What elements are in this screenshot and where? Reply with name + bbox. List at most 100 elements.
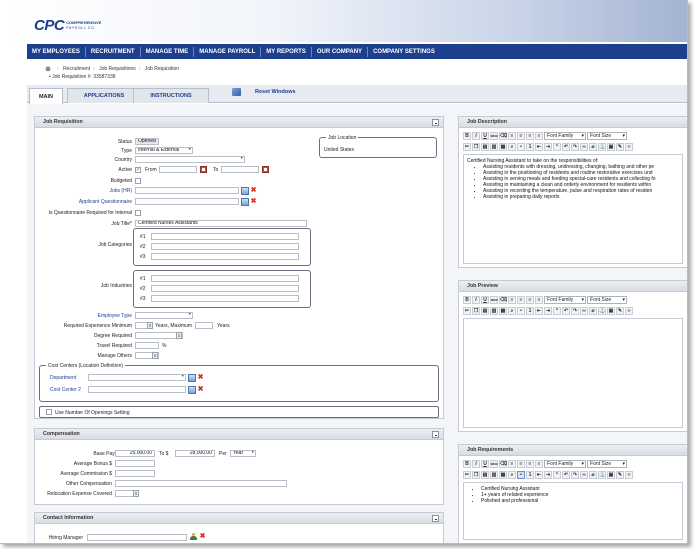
clear-icon[interactable]: ✖ bbox=[197, 374, 204, 382]
experience-max-input[interactable] bbox=[195, 322, 213, 329]
anchor-icon[interactable]: ⚓ bbox=[598, 306, 606, 315]
lookup-icon[interactable] bbox=[241, 187, 249, 195]
department-link[interactable]: Department bbox=[50, 375, 76, 381]
paste-icon[interactable]: ▤ bbox=[481, 306, 489, 315]
nav-manage-time[interactable]: MANAGE TIME bbox=[141, 46, 195, 57]
eraser-icon[interactable]: ⌫ bbox=[499, 459, 507, 468]
bullet-list-icon[interactable]: • bbox=[517, 306, 525, 315]
font-size-select[interactable]: Font Size bbox=[587, 295, 627, 304]
paste-text-icon[interactable]: ▥ bbox=[490, 142, 498, 151]
cleanup-icon[interactable]: ✎ bbox=[616, 306, 624, 315]
link-icon[interactable]: ∞ bbox=[580, 142, 588, 151]
font-family-select[interactable]: Font Family bbox=[544, 131, 586, 140]
bullet-list-icon[interactable]: • bbox=[517, 470, 525, 479]
align-center-icon[interactable]: ≡ bbox=[517, 459, 525, 468]
other-compensation-input[interactable] bbox=[115, 480, 287, 487]
nav-manage-payroll[interactable]: MANAGE PAYROLL bbox=[194, 46, 262, 57]
cost-center-2-link[interactable]: Cost Center 2 bbox=[50, 387, 81, 393]
job-title-input[interactable]: Certified Nurses Assistants bbox=[135, 220, 307, 227]
nav-my-reports[interactable]: MY REPORTS bbox=[261, 46, 312, 57]
underline-icon[interactable]: U bbox=[481, 131, 489, 140]
nav-company-settings[interactable]: COMPANY SETTINGS bbox=[368, 47, 440, 57]
numbered-list-icon[interactable]: 1 bbox=[526, 306, 534, 315]
undo-icon[interactable]: ↶ bbox=[562, 470, 570, 479]
copy-icon[interactable]: ❐ bbox=[472, 142, 480, 151]
clear-icon[interactable]: ✖ bbox=[250, 198, 257, 206]
outdent-icon[interactable]: ⇤ bbox=[535, 142, 543, 151]
image-icon[interactable]: ▣ bbox=[607, 142, 615, 151]
indent-icon[interactable]: ⇥ bbox=[544, 470, 552, 479]
job-preview-editor[interactable] bbox=[463, 318, 683, 428]
link-icon[interactable]: ∞ bbox=[580, 306, 588, 315]
font-size-select[interactable]: Font Size bbox=[587, 459, 627, 468]
cut-icon[interactable]: ✂ bbox=[463, 142, 471, 151]
outdent-icon[interactable]: ⇤ bbox=[535, 470, 543, 479]
indent-icon[interactable]: ⇥ bbox=[544, 306, 552, 315]
align-right-icon[interactable]: ≡ bbox=[526, 295, 534, 304]
paste-word-icon[interactable]: ▦ bbox=[499, 306, 507, 315]
job-category-2-input[interactable] bbox=[151, 243, 299, 250]
base-pay-to-input[interactable]: 28,000.00 bbox=[175, 450, 215, 457]
redo-icon[interactable]: ↷ bbox=[571, 306, 579, 315]
applicant-questionnaire-link[interactable]: Applicant Questionnaire bbox=[79, 199, 132, 205]
html-icon[interactable]: ‹› bbox=[625, 306, 633, 315]
find-icon[interactable]: ⌕ bbox=[508, 306, 516, 315]
clear-icon[interactable]: ✖ bbox=[199, 533, 206, 541]
country-select[interactable] bbox=[135, 156, 245, 163]
italic-icon[interactable]: I bbox=[472, 295, 480, 304]
html-icon[interactable]: ‹› bbox=[625, 142, 633, 151]
clear-icon[interactable]: ✖ bbox=[250, 187, 257, 195]
tab-applications[interactable]: APPLICATIONS bbox=[67, 88, 141, 103]
base-pay-from-input[interactable]: 25,000.00 bbox=[115, 450, 155, 457]
nav-recruitment[interactable]: RECRUITMENT bbox=[86, 46, 141, 57]
nav-my-employees[interactable]: MY EMPLOYEES bbox=[27, 46, 86, 57]
bullet-list-icon[interactable]: • bbox=[517, 142, 525, 151]
quote-icon[interactable]: “ bbox=[553, 306, 561, 315]
bold-icon[interactable]: B bbox=[463, 131, 471, 140]
cleanup-icon[interactable]: ✎ bbox=[616, 470, 624, 479]
cleanup-icon[interactable]: ✎ bbox=[616, 142, 624, 151]
job-industry-1-input[interactable] bbox=[151, 275, 299, 282]
clear-icon[interactable]: ✖ bbox=[197, 386, 204, 394]
link-icon[interactable]: ∞ bbox=[580, 470, 588, 479]
anchor-icon[interactable]: ⚓ bbox=[598, 470, 606, 479]
job-requirements-editor[interactable]: Certified Nursing Assistant 1+ years of … bbox=[463, 482, 683, 540]
paste-text-icon[interactable]: ▥ bbox=[490, 306, 498, 315]
questionnaire-required-checkbox[interactable] bbox=[135, 210, 141, 216]
employee-type-link[interactable]: Employee Type bbox=[98, 313, 132, 319]
redo-icon[interactable]: ↷ bbox=[571, 470, 579, 479]
average-commission-input[interactable] bbox=[115, 470, 155, 477]
job-description-editor[interactable]: Certified Nursing Assistant to take on t… bbox=[463, 154, 683, 264]
person-icon[interactable] bbox=[190, 533, 197, 541]
undo-icon[interactable]: ↶ bbox=[562, 142, 570, 151]
stepper-icon[interactable]: ⇕ bbox=[152, 352, 158, 359]
image-icon[interactable]: ▣ bbox=[607, 306, 615, 315]
paste-icon[interactable]: ▤ bbox=[481, 470, 489, 479]
strikethrough-icon[interactable]: abc bbox=[490, 295, 498, 304]
active-to-input[interactable] bbox=[221, 166, 259, 173]
numbered-list-icon[interactable]: 1 bbox=[526, 470, 534, 479]
cost-center-2-input[interactable] bbox=[88, 386, 186, 393]
employee-type-select[interactable] bbox=[135, 312, 193, 319]
anchor-icon[interactable]: ⚓ bbox=[598, 142, 606, 151]
lookup-icon[interactable] bbox=[241, 198, 249, 206]
quote-icon[interactable]: “ bbox=[553, 142, 561, 151]
travel-input[interactable] bbox=[135, 342, 159, 349]
minimize-icon[interactable] bbox=[432, 515, 439, 522]
justify-icon[interactable]: ≡ bbox=[535, 295, 543, 304]
openings-checkbox[interactable] bbox=[46, 409, 52, 415]
tab-main[interactable]: MAIN bbox=[29, 88, 63, 104]
breadcrumb-recruitment[interactable]: Recruitment bbox=[63, 66, 90, 72]
job-industry-3-input[interactable] bbox=[151, 295, 299, 302]
find-icon[interactable]: ⌕ bbox=[508, 142, 516, 151]
image-icon[interactable]: ▣ bbox=[607, 470, 615, 479]
font-family-select[interactable]: Font Family bbox=[544, 459, 586, 468]
justify-icon[interactable]: ≡ bbox=[535, 459, 543, 468]
justify-icon[interactable]: ≡ bbox=[535, 131, 543, 140]
active-checkbox[interactable]: ✓ bbox=[135, 167, 141, 173]
job-category-1-input[interactable] bbox=[151, 233, 299, 240]
job-category-3-input[interactable] bbox=[151, 253, 299, 260]
unlink-icon[interactable]: ⌀ bbox=[589, 470, 597, 479]
undo-icon[interactable]: ↶ bbox=[562, 306, 570, 315]
bold-icon[interactable]: B bbox=[463, 459, 471, 468]
